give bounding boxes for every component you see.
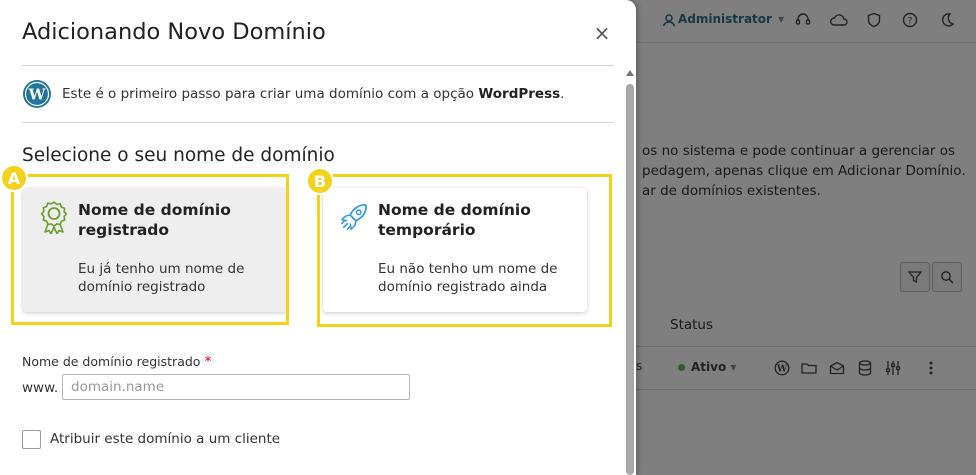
divider: [22, 122, 614, 123]
highlight-frame-b: [317, 174, 612, 327]
required-mark: *: [204, 354, 212, 370]
close-icon: ×: [593, 21, 611, 45]
info-text-tail: .: [560, 86, 565, 102]
info-text-bold: WordPress: [478, 86, 561, 102]
wordpress-logo-icon: W: [23, 80, 51, 108]
domain-field-label: Nome de domínio registrado *: [22, 354, 211, 370]
callout-badge-a: A: [0, 164, 28, 192]
assign-client-label[interactable]: Atribuir este domínio a um cliente: [50, 431, 280, 447]
info-text: Este é o primeiro passo para criar uma d…: [62, 86, 564, 102]
scroll-up-icon[interactable]: [626, 70, 634, 76]
divider: [22, 65, 614, 66]
assign-client-checkbox[interactable]: [22, 430, 41, 449]
domain-field-label-text: Nome de domínio registrado: [22, 354, 201, 369]
www-prefix: www.: [22, 380, 59, 396]
scrollbar-thumb[interactable]: [626, 84, 634, 475]
add-domain-drawer: Adicionando Novo Domínio × W Este é o pr…: [0, 0, 636, 475]
info-text-main: Este é o primeiro passo para criar uma d…: [62, 86, 475, 102]
close-button[interactable]: ×: [591, 21, 613, 45]
svg-text:W: W: [28, 86, 47, 104]
domain-name-input[interactable]: [62, 374, 410, 400]
section-title: Selecione o seu nome de domínio: [22, 145, 335, 166]
scrollbar[interactable]: [624, 68, 636, 475]
drawer-title: Adicionando Novo Domínio: [22, 19, 326, 45]
highlight-frame-a: [11, 174, 289, 325]
callout-badge-b: B: [306, 167, 334, 195]
